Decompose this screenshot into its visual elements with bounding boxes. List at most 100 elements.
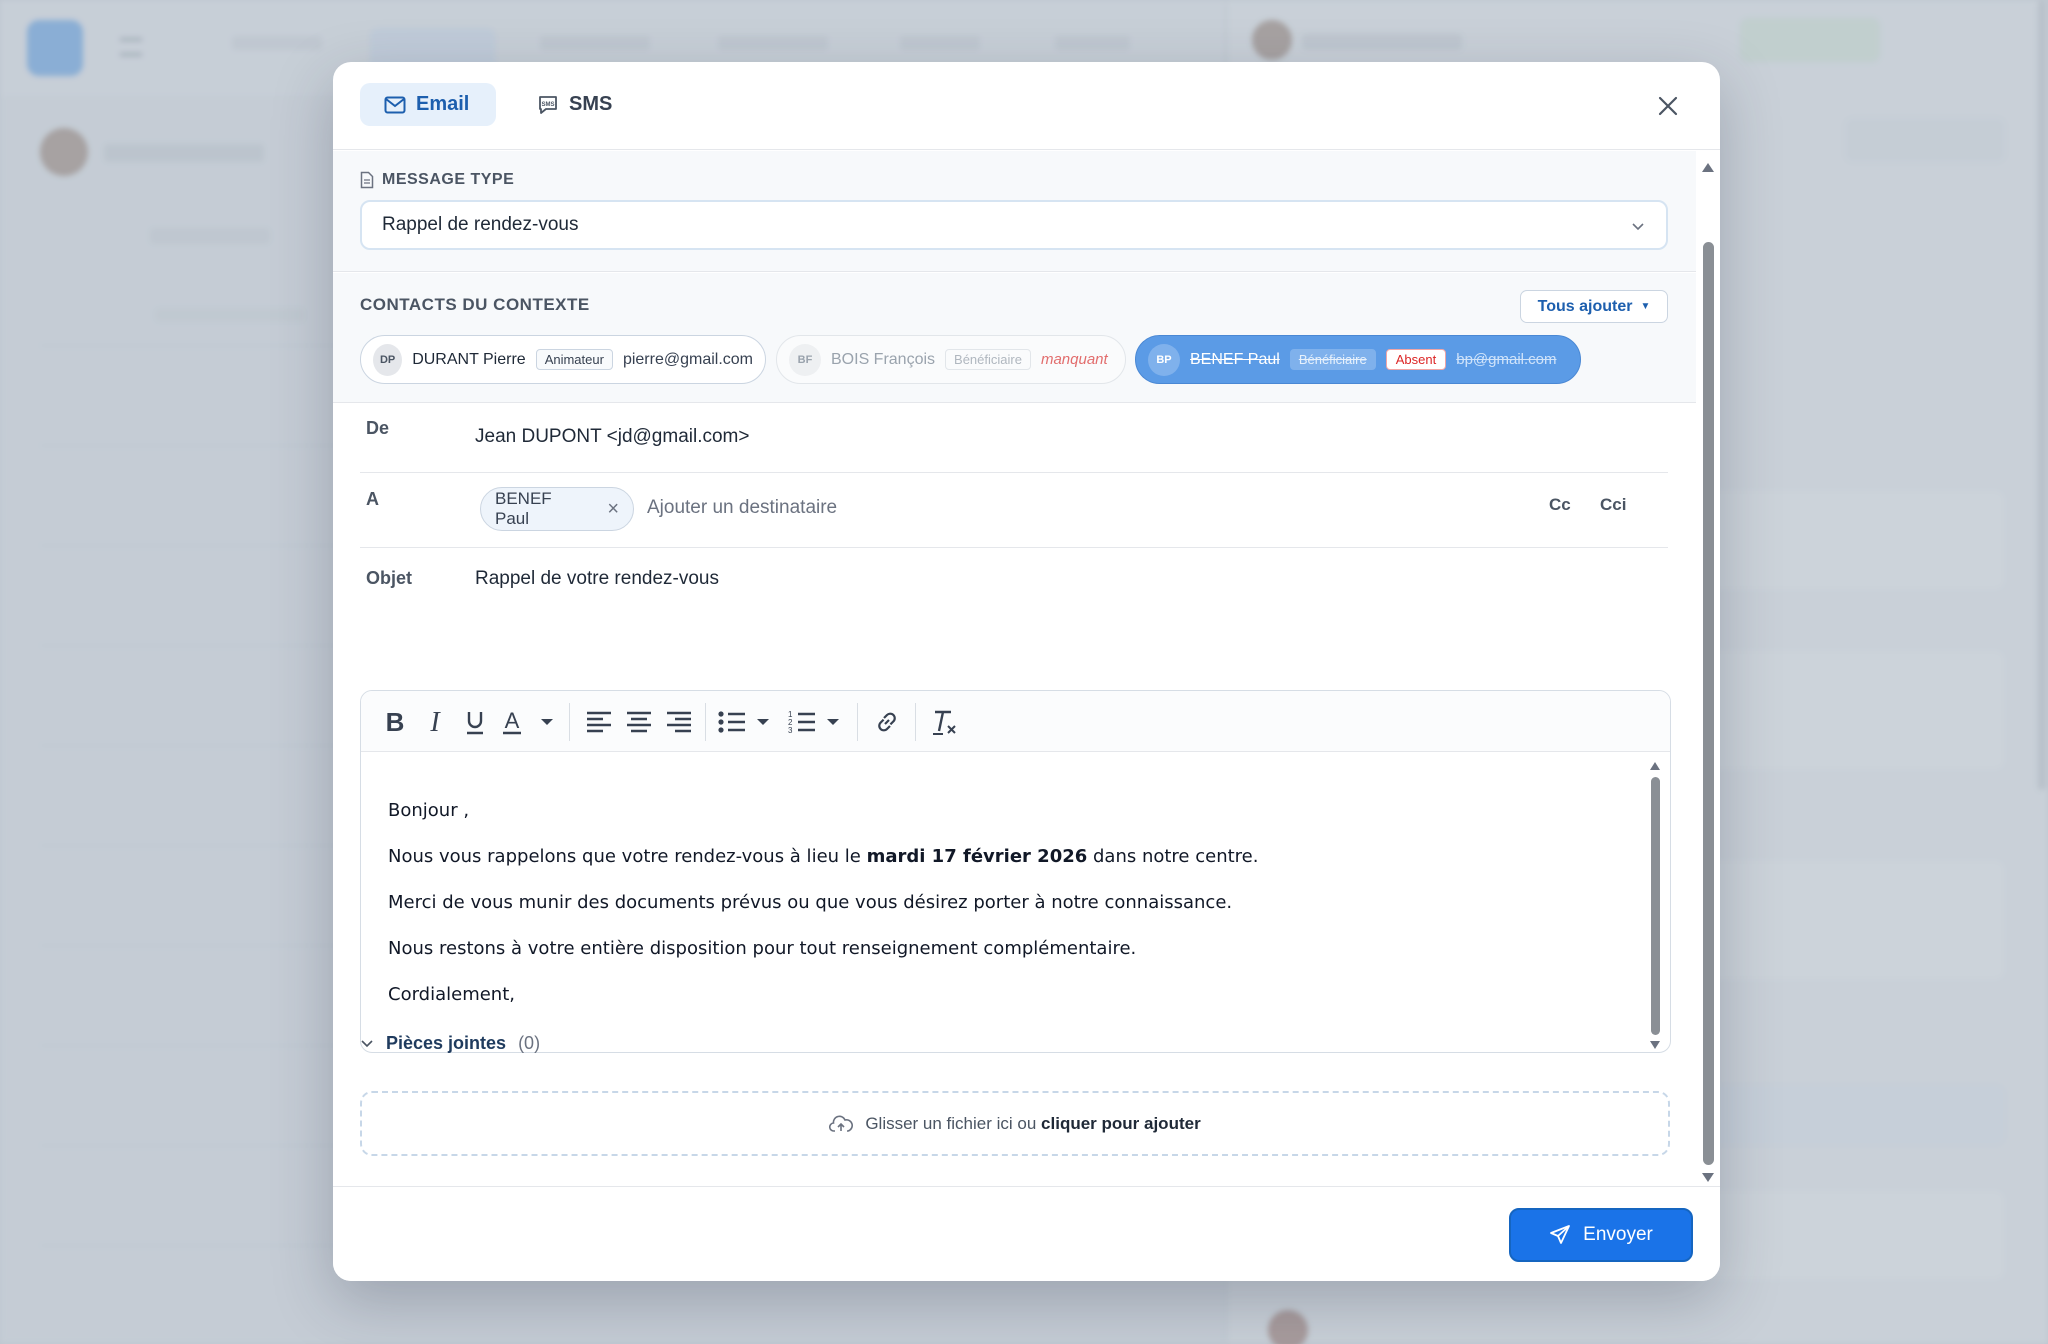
italic-icon: I xyxy=(429,709,441,735)
attachments-toggle[interactable]: Pièces jointes (0) xyxy=(360,1033,540,1054)
attachments-label: Pièces jointes xyxy=(386,1033,507,1053)
to-label: A xyxy=(366,489,379,509)
contact-role-badge: Bénéficiaire xyxy=(945,349,1031,370)
dropzone-click-link[interactable]: cliquer pour ajouter xyxy=(1041,1114,1201,1133)
svg-text:B: B xyxy=(386,709,405,735)
remove-recipient-icon[interactable]: × xyxy=(607,498,619,521)
rich-text-editor: B I A 1 2 3 Bonjour , Nous vous rappelon… xyxy=(360,690,1671,1053)
contact-avatar: DP xyxy=(373,343,403,376)
align-right-icon xyxy=(667,711,691,733)
contact-missing-status: manquant xyxy=(1040,351,1108,368)
add-recipient-input[interactable] xyxy=(647,497,1467,519)
underline-icon xyxy=(467,712,483,735)
context-contacts-section: CONTACTS DU CONTEXTE Tous ajouter ▼ DP D… xyxy=(333,273,1696,403)
dialog-content: MESSAGE TYPE Rappel de rendez-vous CONTA… xyxy=(333,151,1696,1186)
dialog-footer: Envoyer xyxy=(333,1186,1720,1281)
message-type-select[interactable]: Rappel de rendez-vous xyxy=(360,200,1668,250)
clear-format-button[interactable] xyxy=(927,705,961,739)
contact-role-badge: Animateur xyxy=(535,349,613,370)
align-left-button[interactable] xyxy=(583,705,615,739)
contacts-label: CONTACTS DU CONTEXTE xyxy=(360,295,590,314)
contact-chip-bois[interactable]: BF BOIS François Bénéficiaire manquant xyxy=(776,335,1126,384)
align-left-icon xyxy=(587,711,611,733)
email-body[interactable]: Bonjour , Nous vous rappelons que votre … xyxy=(388,799,1618,1029)
editor-toolbar: B I A 1 2 3 xyxy=(361,691,1670,752)
contact-avatar: BP xyxy=(1148,343,1180,376)
body-line-3: Nous restons à votre entière disposition… xyxy=(388,938,1137,959)
bcc-button[interactable]: Cci xyxy=(1600,495,1626,515)
send-label: Envoyer xyxy=(1583,1224,1653,1245)
caret-down-icon: ▼ xyxy=(1640,301,1651,312)
absent-badge: Absent xyxy=(1385,349,1447,370)
svg-text:I: I xyxy=(429,709,441,735)
chevron-down-icon xyxy=(1632,223,1644,231)
cc-button[interactable]: Cc xyxy=(1549,495,1571,515)
text-color-button[interactable]: A xyxy=(499,705,559,739)
compose-dialog: Email SMS SMS MESSAGE TYPE Rappel de ren… xyxy=(333,62,1720,1281)
subject-label: Objet xyxy=(366,568,413,588)
underline-button[interactable] xyxy=(459,705,491,739)
from-value: Jean DUPONT <jd@gmail.com> xyxy=(475,426,750,447)
cloud-upload-icon xyxy=(829,1115,854,1132)
subject-input[interactable]: Rappel de votre rendez-vous xyxy=(475,568,719,590)
bullet-list-button[interactable] xyxy=(717,705,777,739)
file-dropzone[interactable]: Glisser un fichier ici ou cliquer pour a… xyxy=(360,1091,1670,1156)
align-right-button[interactable] xyxy=(663,705,695,739)
svg-text:3: 3 xyxy=(788,726,793,735)
contact-name: DURANT Pierre xyxy=(412,350,526,368)
document-icon xyxy=(360,171,374,189)
editor-scrollbar[interactable] xyxy=(1648,761,1662,1051)
contact-email: bp@gmail.com xyxy=(1456,351,1557,368)
chevron-down-icon xyxy=(361,1039,373,1047)
message-type-value: Rappel de rendez-vous xyxy=(382,214,579,235)
close-icon xyxy=(1658,96,1678,116)
bold-icon: B xyxy=(386,709,405,735)
recipient-chip: BENEF Paul × xyxy=(480,487,634,531)
contact-role-badge: Bénéficiaire xyxy=(1289,349,1376,370)
svg-text:SMS: SMS xyxy=(541,102,554,108)
send-button[interactable]: Envoyer xyxy=(1509,1208,1693,1262)
body-line-1: Nous vous rappelons que votre rendez-vou… xyxy=(388,846,1259,867)
toolbar-divider xyxy=(705,703,706,741)
tab-email-label: Email xyxy=(416,93,470,115)
insert-link-button[interactable] xyxy=(871,705,903,739)
appointment-date: mardi 17 février 2026 xyxy=(866,846,1088,867)
message-type-label: MESSAGE TYPE xyxy=(360,171,514,189)
toolbar-divider xyxy=(915,703,916,741)
toolbar-divider xyxy=(569,703,570,741)
svg-text:A: A xyxy=(505,709,520,733)
numbered-list-button[interactable]: 123 xyxy=(787,705,847,739)
tab-sms[interactable]: SMS SMS xyxy=(513,83,636,126)
paper-plane-icon xyxy=(1550,1225,1571,1244)
to-row: A BENEF Paul × Cc Cci xyxy=(360,473,1668,548)
bullet-list-icon xyxy=(718,711,769,733)
italic-button[interactable]: I xyxy=(419,705,451,739)
body-greeting: Bonjour , xyxy=(388,800,470,821)
dropzone-text: Glisser un fichier ici ou cliquer pour a… xyxy=(865,1113,1201,1133)
contact-chip-durant[interactable]: DP DURANT Pierre Animateur pierre@gmail.… xyxy=(360,335,766,384)
align-center-button[interactable] xyxy=(623,705,655,739)
contact-name: BOIS François xyxy=(831,350,936,368)
contact-chip-benef[interactable]: BP BENEF Paul Bénéficiaire Absent bp@gma… xyxy=(1135,335,1581,384)
from-row: De Jean DUPONT <jd@gmail.com> xyxy=(360,404,1668,473)
numbered-list-icon: 123 xyxy=(788,710,839,735)
clear-format-icon xyxy=(933,710,956,735)
close-button[interactable] xyxy=(1652,90,1684,122)
contact-name: BENEF Paul xyxy=(1190,350,1280,368)
align-center-icon xyxy=(627,711,651,733)
recipient-name: BENEF Paul xyxy=(495,489,552,528)
message-type-section: MESSAGE TYPE Rappel de rendez-vous xyxy=(333,151,1696,272)
add-all-button[interactable]: Tous ajouter ▼ xyxy=(1520,290,1668,323)
sms-bubble-icon: SMS xyxy=(539,95,557,114)
text-color-icon: A xyxy=(503,709,553,735)
tab-email[interactable]: Email xyxy=(360,83,496,126)
channel-tabs: Email SMS SMS xyxy=(333,62,1720,150)
tab-sms-label: SMS xyxy=(569,93,613,115)
bold-button[interactable]: B xyxy=(379,705,411,739)
link-icon xyxy=(878,712,896,732)
toolbar-divider xyxy=(857,703,858,741)
subject-row: Objet Rappel de votre rendez-vous xyxy=(360,548,1668,608)
from-label: De xyxy=(366,418,390,438)
dialog-scrollbar[interactable] xyxy=(1696,158,1720,1188)
body-line-2: Merci de vous munir des documents prévus… xyxy=(388,892,1233,913)
